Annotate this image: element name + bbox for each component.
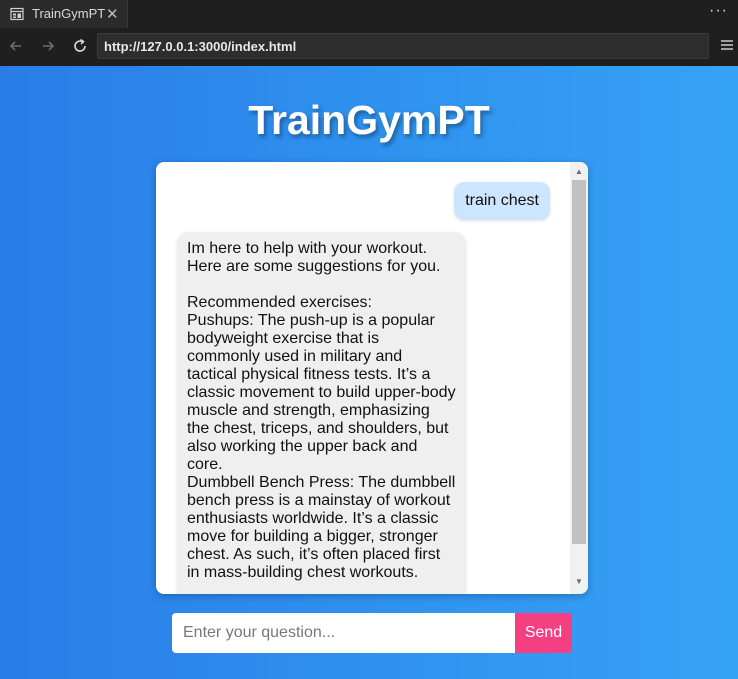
forward-arrow-icon[interactable] <box>38 36 58 56</box>
app-title: TrainGymPT <box>248 97 490 143</box>
scrollbar-thumb[interactable] <box>572 180 586 544</box>
address-bar[interactable]: http://127.0.0.1:3000/index.html <box>97 33 709 59</box>
browser-tab-bar: TrainGymPT ✕ ··· <box>0 0 738 28</box>
bot-message: Im here to help with your workout. Here … <box>177 232 466 594</box>
bot-intro-line: Im here to help with your workout. <box>187 240 428 257</box>
bot-heading: Recommended exercises: <box>187 294 372 311</box>
more-options-icon[interactable]: ··· <box>709 2 728 20</box>
back-arrow-icon[interactable] <box>6 36 26 56</box>
chat-scrollbar[interactable]: ▲ ▼ <box>570 162 588 594</box>
close-icon[interactable]: ✕ <box>106 5 119 23</box>
chat-window[interactable]: train chest Im here to help with your wo… <box>156 162 588 594</box>
browser-tab[interactable]: TrainGymPT ✕ <box>0 0 128 28</box>
hamburger-menu-icon[interactable] <box>719 37 735 53</box>
bot-exercise: Pushups: The push-up is a popular bodywe… <box>187 312 456 473</box>
user-message: train chest <box>454 182 550 220</box>
question-input[interactable] <box>172 613 515 653</box>
scroll-up-icon[interactable]: ▲ <box>570 164 588 180</box>
chat-messages: train chest Im here to help with your wo… <box>156 162 570 594</box>
bot-exercise: Dumbbell Bench Press: The dumbbell bench… <box>187 474 456 581</box>
tab-title: TrainGymPT <box>32 6 106 21</box>
reload-icon[interactable] <box>70 36 90 56</box>
send-button[interactable]: Send <box>515 613 572 653</box>
app-page: TrainGymPT train chest Im here to help w… <box>0 66 738 679</box>
page-icon <box>10 7 24 21</box>
scroll-down-icon[interactable]: ▼ <box>570 574 588 590</box>
browser-nav-bar: http://127.0.0.1:3000/index.html <box>0 28 738 66</box>
question-form: Send <box>172 613 572 653</box>
bot-intro-line: Here are some suggestions for you. <box>187 258 441 275</box>
